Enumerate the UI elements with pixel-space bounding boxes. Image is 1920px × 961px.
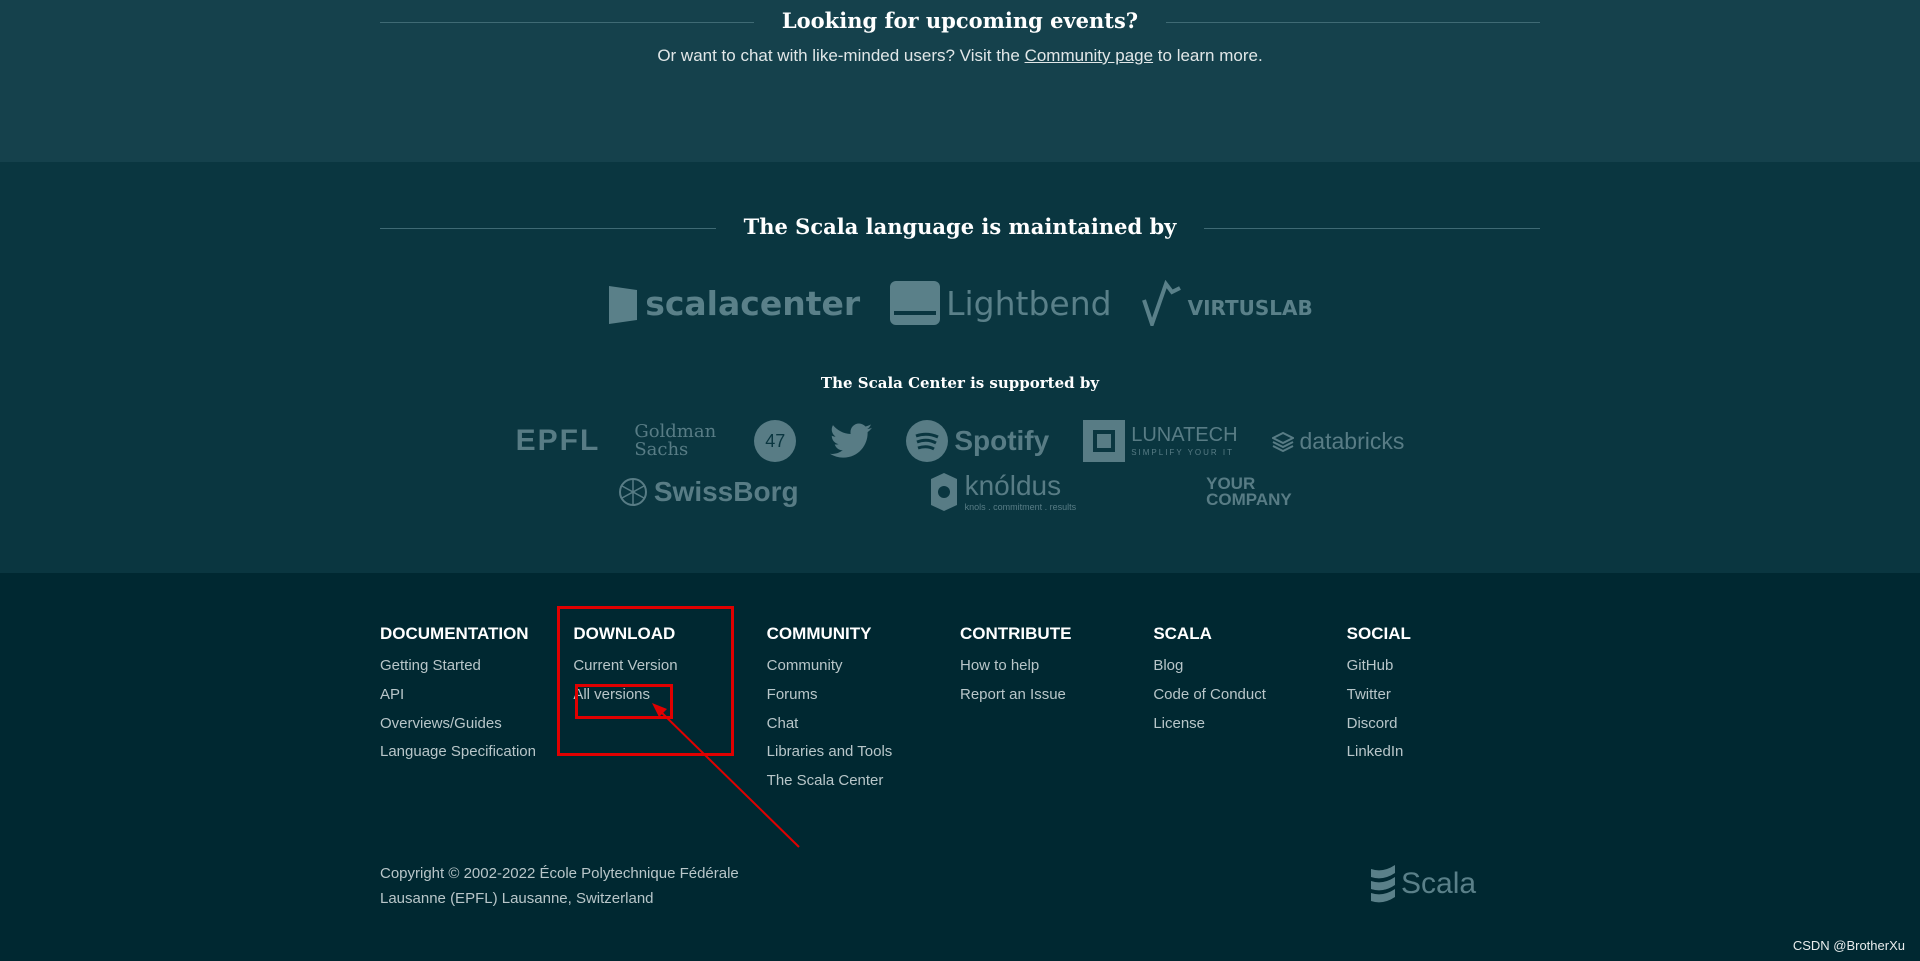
footer-col-contribute: CONTRIBUTE How to help Report an Issue: [960, 624, 1153, 800]
events-title: Looking for upcoming events?: [753, 8, 1167, 33]
scala-logo-icon: [1371, 865, 1395, 903]
supporter-logos-row2: SwissBorg knóldus knols . commitment . r…: [0, 472, 1920, 512]
lunatech-tagline: SIMPLIFY YOUR IT: [1131, 448, 1235, 457]
footer-heading-documentation: DOCUMENTATION: [380, 624, 529, 643]
scala-footer-logo[interactable]: Scala: [1369, 863, 1476, 905]
twitter-link[interactable]: Twitter: [1347, 685, 1540, 714]
lunatech-name: LUNATECH: [1131, 424, 1238, 446]
events-subtitle: Or want to chat with like-minded users? …: [380, 46, 1540, 66]
community-page-link[interactable]: Community page: [1025, 46, 1154, 65]
footer-col-social: SOCIAL GitHub Twitter Discord LinkedIn: [1347, 624, 1540, 800]
footer-col-community: COMMUNITY Community Forums Chat Librarie…: [767, 624, 960, 800]
watermark: CSDN @BrotherXu: [1792, 938, 1905, 953]
events-text: Or want to chat with like-minded users? …: [657, 46, 1025, 65]
forums-link[interactable]: Forums: [767, 685, 960, 714]
swissborg-logo[interactable]: SwissBorg: [618, 476, 799, 508]
spotify-logo[interactable]: Spotify: [906, 420, 1049, 462]
swissborg-icon: [618, 478, 647, 506]
supporter-logos-row1: EPFL Goldman Sachs 47 Spotify LUNATECH S…: [0, 420, 1920, 462]
knoldus-name: knóldus: [964, 470, 1062, 501]
lightbend-icon: [890, 281, 941, 325]
virtuslab-logo[interactable]: VIRTUSLAB: [1141, 280, 1313, 326]
maintainers-heading: The Scala language is maintained by: [380, 214, 1540, 244]
events-text-after: to learn more.: [1153, 46, 1263, 65]
epfl-logo[interactable]: EPFL: [516, 424, 601, 458]
how-to-help-link[interactable]: How to help: [960, 656, 1153, 685]
report-issue-link[interactable]: Report an Issue: [960, 685, 1153, 714]
lunatech-icon: [1083, 420, 1126, 462]
license-link[interactable]: License: [1153, 714, 1346, 743]
annotation-box-download: [557, 606, 734, 756]
footer-col-documentation: DOCUMENTATION Getting Started API Overvi…: [380, 624, 573, 800]
scalacenter-logo[interactable]: scalacenter: [607, 282, 860, 324]
footer-heading-community: COMMUNITY: [766, 624, 872, 643]
lunatech-logo[interactable]: LUNATECH SIMPLIFY YOUR IT: [1083, 420, 1238, 462]
lightbend-logo[interactable]: Lightbend: [890, 281, 1112, 325]
copyright-line1: Copyright © 2002-2022 École Polytechniqu…: [380, 865, 739, 882]
knoldus-logo[interactable]: knóldus knols . commitment . results: [929, 470, 1077, 512]
code-of-conduct-link[interactable]: Code of Conduct: [1153, 685, 1346, 714]
footer-heading-social: SOCIAL: [1346, 624, 1411, 643]
scala-logo-text: Scala: [1401, 867, 1477, 900]
goldman-sachs-logo[interactable]: Goldman Sachs: [634, 423, 720, 459]
maintainer-logos: scalacenter Lightbend VIRTUSLAB: [0, 280, 1920, 326]
footer-columns: DOCUMENTATION Getting Started API Overvi…: [380, 624, 1540, 800]
annotation-box-all-versions: [575, 684, 673, 719]
copyright-text: Copyright © 2002-2022 École Polytechniqu…: [380, 861, 780, 911]
maintainers-title: The Scala language is maintained by: [715, 214, 1205, 239]
fortyseven-logo[interactable]: 47: [754, 420, 797, 462]
scala-center-link[interactable]: The Scala Center: [767, 771, 960, 800]
events-heading: Looking for upcoming events?: [380, 8, 1540, 38]
knoldus-icon: [930, 473, 957, 511]
virtuslab-icon: [1141, 280, 1181, 326]
scalacenter-icon: [609, 286, 638, 324]
footer-heading-scala: SCALA: [1153, 624, 1212, 643]
community-link[interactable]: Community: [767, 656, 960, 685]
supporters-title: The Scala Center is supported by: [820, 374, 1100, 392]
language-spec-link[interactable]: Language Specification: [380, 742, 573, 771]
site-footer: DOCUMENTATION Getting Started API Overvi…: [0, 573, 1920, 961]
discord-link[interactable]: Discord: [1347, 714, 1540, 743]
your-company-logo[interactable]: YOUR COMPANY: [1206, 475, 1302, 508]
copyright-line2: Lausanne (EPFL) Lausanne, Switzerland: [380, 890, 654, 907]
api-link[interactable]: API: [380, 685, 573, 714]
twitter-logo[interactable]: [830, 423, 873, 459]
linkedin-link[interactable]: LinkedIn: [1347, 742, 1540, 771]
databricks-icon: [1271, 431, 1294, 452]
overviews-guides-link[interactable]: Overviews/Guides: [380, 714, 573, 743]
getting-started-link[interactable]: Getting Started: [380, 656, 573, 685]
chat-link[interactable]: Chat: [767, 714, 960, 743]
twitter-icon: [830, 423, 873, 458]
knoldus-tagline: knols . commitment . results: [964, 502, 1077, 512]
footer-heading-contribute: CONTRIBUTE: [959, 624, 1072, 643]
github-link[interactable]: GitHub: [1347, 656, 1540, 685]
events-section: Looking for upcoming events? Or want to …: [0, 0, 1920, 162]
blog-link[interactable]: Blog: [1153, 656, 1346, 685]
libraries-tools-link[interactable]: Libraries and Tools: [767, 742, 960, 771]
spotify-icon: [906, 420, 949, 462]
databricks-logo[interactable]: databricks: [1271, 428, 1404, 455]
footer-col-scala: SCALA Blog Code of Conduct License: [1153, 624, 1346, 800]
maintainers-section: The Scala language is maintained by scal…: [0, 162, 1920, 573]
